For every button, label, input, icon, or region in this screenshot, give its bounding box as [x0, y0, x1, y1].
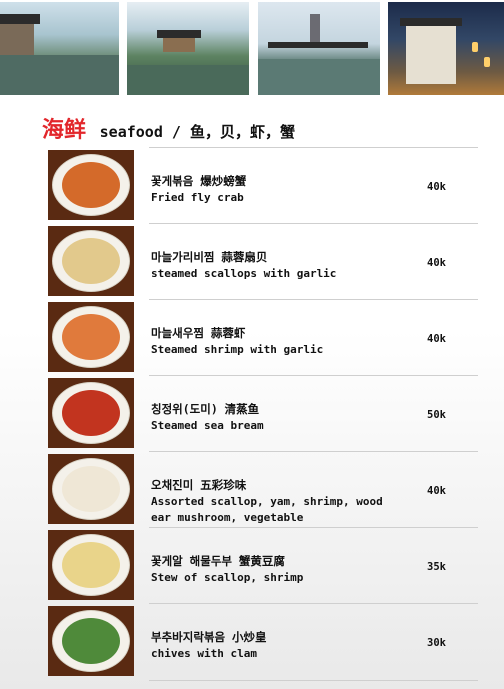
- banner: [0, 0, 504, 95]
- dish-price: 40k: [427, 485, 446, 497]
- dish-price: 40k: [427, 181, 446, 193]
- dish-photo: [48, 530, 134, 600]
- dish-name: 꽃게볶음 爆炒螃蟹: [151, 174, 247, 188]
- dish-name: 마늘가리비찜 蒜蓉扇贝: [151, 250, 268, 264]
- dish-name: 칭정위(도미) 清蒸鱼: [151, 402, 260, 416]
- dish-price: 40k: [427, 333, 446, 345]
- pagoda-canal-photo: [258, 2, 380, 95]
- dish-description: steamed scallops with garlic: [151, 267, 337, 280]
- dish-price: 30k: [427, 637, 446, 649]
- item-divider: [149, 223, 478, 224]
- dish-description: Stew of scallop, shrimp: [151, 571, 304, 584]
- item-divider: [149, 527, 478, 528]
- dish-photo: [48, 606, 134, 676]
- bottom-divider: [149, 680, 478, 681]
- section-title-chinese: 海鲜: [42, 117, 87, 143]
- menu-item: 칭정위(도미) 清蒸鱼 Steamed sea bream 50k: [46, 375, 478, 449]
- item-divider: [149, 299, 478, 300]
- dish-photo: [48, 302, 134, 372]
- section-title: 海鲜 seafood / 鱼，贝，虾，蟹: [42, 112, 295, 143]
- dish-description: chives with clam: [151, 647, 257, 660]
- menu-item: 부추바지락볶음 小炒皇 chives with clam 30k: [46, 603, 478, 677]
- menu-item: 마늘새우찜 蒜蓉虾 Steamed shrimp with garlic 40k: [46, 299, 478, 373]
- item-divider: [149, 603, 478, 604]
- menu-item: 오채진미 五彩珍味 Assorted scallop, yam, shrimp, …: [46, 451, 478, 525]
- night-street-photo: [388, 2, 504, 95]
- dish-price: 40k: [427, 257, 446, 269]
- dish-photo: [48, 378, 134, 448]
- dish-price: 35k: [427, 561, 446, 573]
- food-icon: [62, 466, 120, 512]
- dish-name: 꽃게알 해물두부 蟹黄豆腐: [151, 554, 285, 568]
- item-divider: [149, 147, 478, 148]
- dish-description: Steamed shrimp with garlic: [151, 343, 324, 356]
- dish-description: Fried fly crab: [151, 191, 244, 204]
- menu-item: 꽃게볶음 爆炒螃蟹 Fried fly crab 40k: [46, 147, 478, 221]
- dish-description: Steamed sea bream: [151, 419, 264, 432]
- dish-price: 50k: [427, 409, 446, 421]
- food-icon: [62, 314, 120, 360]
- menu-item: 마늘가리비찜 蒜蓉扇贝 steamed scallops with garlic 4…: [46, 223, 478, 297]
- food-icon: [62, 162, 120, 208]
- pavilion-lake-photo: [127, 2, 249, 95]
- canal-town-photo: [0, 2, 119, 95]
- dish-description: Assorted scallop, yam, shrimp, wood ear …: [151, 495, 383, 524]
- food-icon: [62, 542, 120, 588]
- dish-photo: [48, 226, 134, 296]
- item-divider: [149, 451, 478, 452]
- dish-name: 부추바지락볶음 小炒皇: [151, 630, 267, 644]
- section-title-english: seafood / 鱼，贝，虾，蟹: [99, 123, 295, 141]
- dish-photo: [48, 454, 134, 524]
- food-icon: [62, 618, 120, 664]
- item-divider: [149, 375, 478, 376]
- food-icon: [62, 390, 120, 436]
- food-icon: [62, 238, 120, 284]
- dish-name: 오채진미 五彩珍味: [151, 478, 247, 492]
- dish-name: 마늘새우찜 蒜蓉虾: [151, 326, 246, 340]
- menu-item: 꽃게알 해물두부 蟹黄豆腐 Stew of scallop, shrimp 35k: [46, 527, 478, 601]
- dish-photo: [48, 150, 134, 220]
